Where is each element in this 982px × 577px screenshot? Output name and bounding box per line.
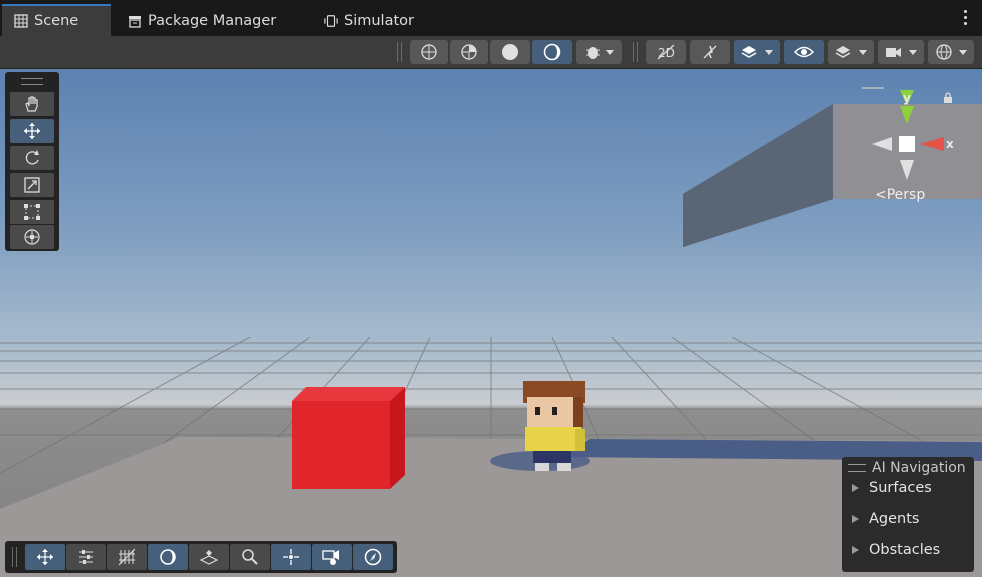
scene-grid-icon [14, 14, 28, 28]
ai-navigation-title: AI Navigation [872, 460, 966, 476]
scene-visibility-button[interactable] [784, 40, 824, 64]
tab-label: Scene [34, 13, 79, 29]
surface-snap-icon [199, 550, 219, 565]
moon-icon [543, 43, 561, 61]
ai-nav-item-label: Surfaces [869, 480, 932, 496]
move-arrows-icon [24, 123, 40, 139]
solid-sphere-icon [502, 44, 518, 60]
toolbar-grip[interactable] [397, 42, 403, 62]
tab-label: Package Manager [148, 13, 277, 29]
rect-tool-button[interactable] [10, 200, 54, 224]
expand-arrow-icon [852, 515, 859, 523]
move-handle-button[interactable] [25, 544, 65, 570]
scale-tool-button[interactable] [10, 173, 54, 197]
ai-navigation-header[interactable]: AI Navigation [848, 459, 966, 477]
2d-toggle-button[interactable]: 2D [646, 40, 686, 64]
camera-preview-icon [322, 550, 339, 565]
grid-snapping-button[interactable] [107, 544, 147, 570]
toolbar-grip[interactable] [12, 547, 18, 567]
debug-draw-mode-button[interactable] [576, 40, 622, 64]
wireframe-button[interactable] [410, 40, 448, 64]
lock-icon[interactable] [942, 89, 954, 108]
voxel-character[interactable] [485, 375, 595, 479]
ai-nav-item-agents[interactable]: Agents [852, 510, 919, 528]
red-cube[interactable] [290, 385, 408, 491]
camera-icon [886, 48, 917, 57]
search-icon [242, 549, 258, 565]
pivot-button[interactable] [271, 544, 311, 570]
unity-scene-window: Scene Package Manager Simulator 2D y x <… [0, 0, 982, 577]
gizmo-sphere-icon [936, 44, 967, 60]
search-button[interactable] [230, 544, 270, 570]
bug-icon [586, 47, 614, 59]
pivot-icon [283, 549, 299, 565]
more-options-icon[interactable] [962, 10, 968, 26]
draw-mode-button[interactable] [148, 544, 188, 570]
surface-snapping-button[interactable] [189, 544, 229, 570]
ai-navigation-overlay: AI Navigation Surfaces Agents Obstacles [842, 457, 974, 572]
wireframe-sphere-icon [421, 44, 437, 60]
ai-nav-item-label: Obstacles [869, 542, 941, 558]
tab-simulator[interactable]: Simulator [324, 6, 414, 36]
rect-transform-icon [24, 204, 40, 220]
lighting-toggle-button[interactable] [690, 40, 730, 64]
move-tool-button[interactable] [10, 119, 54, 143]
package-icon [128, 14, 142, 28]
device-icon [324, 14, 338, 28]
gizmos-button[interactable] [928, 40, 974, 64]
sliders-icon [79, 550, 93, 564]
drag-handle-icon [848, 464, 866, 472]
gizmo-x-label: x [946, 137, 954, 151]
transform-tool-button[interactable] [10, 225, 54, 249]
shaded-wireframe-button[interactable] [450, 40, 488, 64]
tab-label: Simulator [344, 13, 414, 29]
tab-scene[interactable]: Scene [2, 4, 111, 36]
scale-icon [24, 177, 40, 193]
transform-icon [24, 229, 40, 245]
svg-text:2D: 2D [658, 46, 675, 60]
rotate-icon [25, 150, 39, 165]
compass-icon [364, 548, 382, 566]
overlay-toolbar [5, 541, 397, 573]
gizmo-layers-button[interactable] [828, 40, 874, 64]
unlit-button[interactable] [532, 40, 572, 64]
view-tool-button[interactable] [10, 92, 54, 116]
toolbar-grip[interactable] [633, 42, 639, 62]
gizmo-y-label: y [903, 91, 911, 105]
light-off-icon [703, 45, 717, 59]
ai-nav-item-surfaces[interactable]: Surfaces [852, 479, 932, 497]
layers-icon [835, 46, 867, 58]
expand-arrow-icon [852, 484, 859, 492]
hand-icon [25, 96, 38, 112]
tools-panel [5, 72, 59, 251]
tab-package-manager[interactable]: Package Manager [128, 6, 276, 36]
layers-stack-icon [741, 46, 773, 58]
camera-overlay-button[interactable] [312, 544, 352, 570]
move-arrows-icon [37, 549, 53, 565]
moon-icon [160, 549, 176, 565]
rotate-tool-button[interactable] [10, 146, 54, 170]
2d-icon: 2D [657, 44, 675, 60]
camera-settings-button[interactable] [878, 40, 924, 64]
expand-arrow-icon [852, 546, 859, 554]
ai-nav-item-label: Agents [869, 511, 920, 527]
scene-viewport[interactable]: y x <Persp [0, 69, 982, 577]
ai-nav-item-obstacles[interactable]: Obstacles [852, 541, 940, 559]
grid-snap-icon [118, 548, 136, 566]
eye-icon [794, 46, 814, 58]
shaded-wireframe-icon [461, 44, 477, 60]
projection-toggle[interactable]: <Persp [875, 187, 925, 203]
scene-toolbar: 2D [0, 36, 982, 69]
navigation-overlay-button[interactable] [353, 544, 393, 570]
pivot-settings-button[interactable] [66, 544, 106, 570]
effects-toggle-button[interactable] [734, 40, 780, 64]
tab-bar: Scene Package Manager Simulator [0, 0, 982, 36]
panel-drag-handle[interactable] [21, 78, 43, 85]
shaded-button[interactable] [490, 40, 530, 64]
